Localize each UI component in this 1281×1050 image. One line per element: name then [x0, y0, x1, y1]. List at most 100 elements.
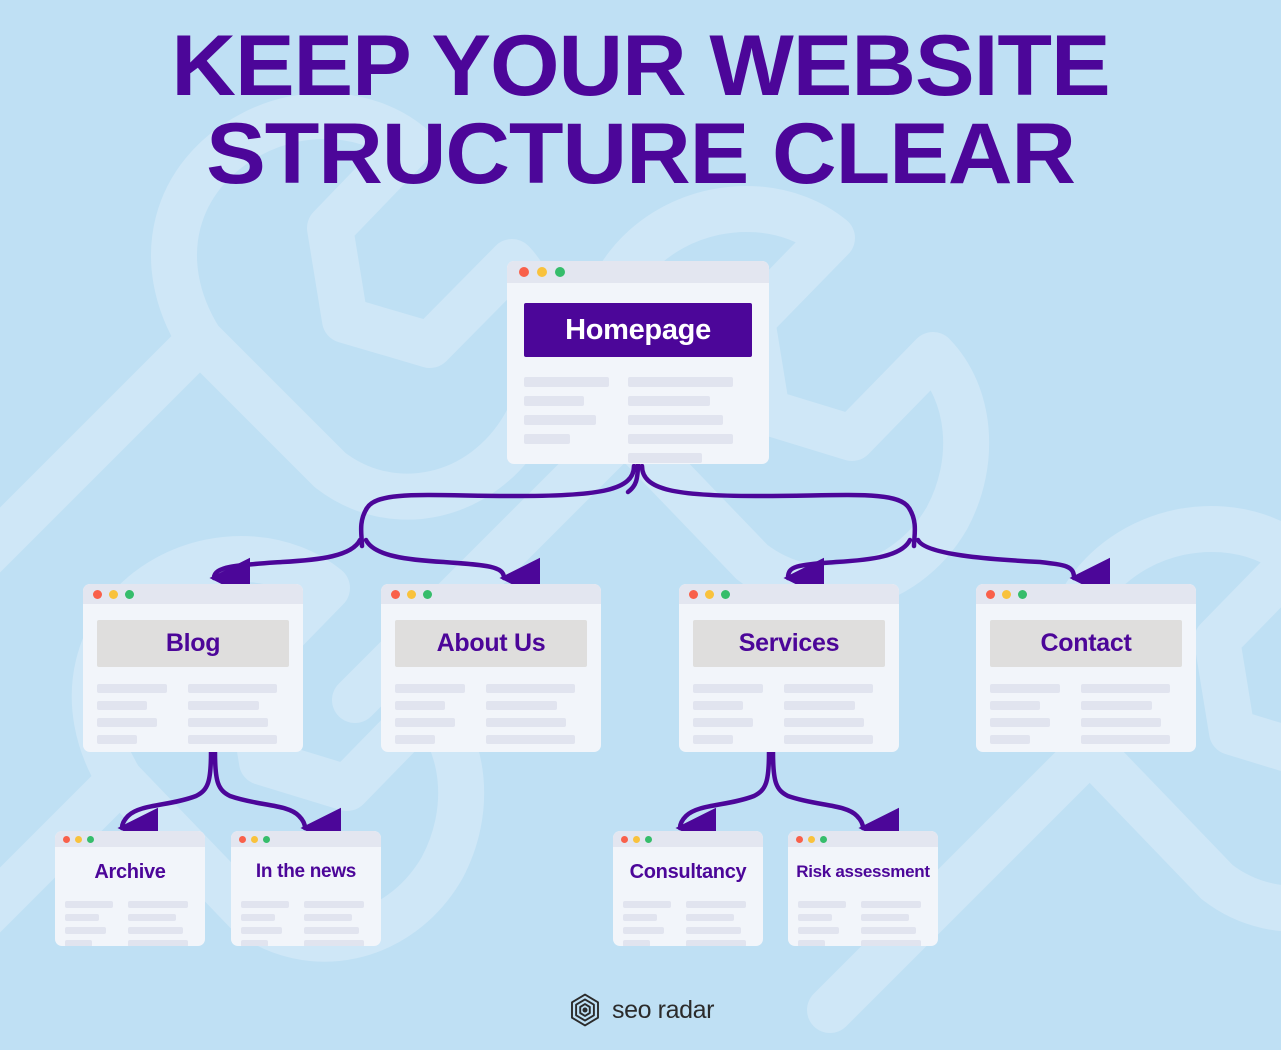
card-body: Archive: [55, 852, 205, 946]
traffic-light-red-icon: [93, 589, 102, 599]
card-placeholder-lines: [693, 684, 899, 752]
placeholder-line: [395, 735, 435, 744]
brand-name: seo radar: [611, 995, 714, 1024]
node-label: Homepage: [565, 313, 711, 346]
node-label-band: Homepage: [524, 303, 752, 357]
card-placeholder-lines: [97, 684, 303, 752]
placeholder-line: [798, 927, 839, 934]
card-titlebar: [679, 584, 899, 604]
card-placeholder-lines: [65, 901, 205, 946]
placeholder-line: [628, 377, 733, 387]
placeholder-line: [784, 718, 864, 727]
placeholder-line: [65, 901, 113, 908]
page-title-line-2: STRUCTURE CLEAR: [206, 106, 1076, 202]
placeholder-line: [128, 927, 183, 934]
placeholder-line: [623, 927, 664, 934]
placeholder-line: [861, 914, 909, 921]
placeholder-line: [486, 718, 566, 727]
card-titlebar: [231, 831, 381, 847]
traffic-light-red-icon: [519, 267, 529, 277]
placeholder-line: [784, 701, 855, 710]
node-card-services[interactable]: Services: [679, 584, 899, 752]
traffic-light-amber-icon: [75, 835, 82, 843]
traffic-light-red-icon: [621, 835, 628, 843]
node-label-band: Contact: [990, 620, 1182, 667]
traffic-light-red-icon: [239, 835, 246, 843]
node-card-archive[interactable]: Archive: [55, 831, 205, 946]
placeholder-line: [686, 940, 746, 946]
node-label: Blog: [165, 629, 221, 657]
placeholder-line: [524, 396, 584, 406]
traffic-light-green-icon: [1018, 589, 1027, 599]
placeholder-line: [1081, 701, 1152, 710]
radar-hexagon-icon: [571, 993, 599, 1027]
placeholder-line: [686, 914, 734, 921]
node-label: Risk assessment: [796, 862, 930, 881]
placeholder-line: [304, 901, 364, 908]
placeholder-line: [486, 684, 575, 693]
placeholder-line: [188, 701, 259, 710]
placeholder-line: [628, 396, 710, 406]
placeholder-line: [188, 735, 277, 744]
placeholder-line: [97, 718, 157, 727]
placeholder-line: [395, 684, 465, 693]
card-body: Risk assessment: [788, 852, 938, 946]
traffic-light-green-icon: [645, 835, 652, 843]
page-title: KEEP YOUR WEBSITE STRUCTURE CLEAR: [0, 22, 1281, 198]
traffic-light-amber-icon: [407, 589, 416, 599]
page-title-line-1: KEEP YOUR WEBSITE: [171, 18, 1110, 114]
traffic-light-red-icon: [63, 835, 70, 843]
node-card-contact[interactable]: Contact: [976, 584, 1196, 752]
placeholder-line: [990, 684, 1060, 693]
infographic-canvas: KEEP YOUR WEBSITE STRUCTURE CLEAR Homepa…: [0, 0, 1281, 1050]
placeholder-line: [628, 415, 723, 425]
placeholder-line: [693, 684, 763, 693]
footer-brand: seo radar: [0, 992, 1281, 1028]
card-titlebar: [55, 831, 205, 847]
node-card-consultancy[interactable]: Consultancy: [613, 831, 763, 946]
node-label: In the news: [255, 861, 357, 882]
traffic-light-amber-icon: [1002, 589, 1011, 599]
node-label: Archive: [94, 860, 166, 883]
node-card-blog[interactable]: Blog: [83, 584, 303, 752]
traffic-light-red-icon: [986, 589, 995, 599]
placeholder-line: [798, 901, 846, 908]
node-label: About Us: [436, 629, 546, 657]
placeholder-line: [97, 701, 147, 710]
card-titlebar: [381, 584, 601, 604]
card-body: Contact: [976, 620, 1196, 752]
placeholder-line: [97, 684, 167, 693]
placeholder-line: [1081, 735, 1170, 744]
placeholder-line: [1081, 684, 1170, 693]
placeholder-line: [623, 940, 650, 946]
node-card-in-the-news[interactable]: In the news: [231, 831, 381, 946]
placeholder-line: [861, 940, 921, 946]
node-card-about-us[interactable]: About Us: [381, 584, 601, 752]
node-label-band: Consultancy: [617, 852, 759, 892]
traffic-light-green-icon: [820, 835, 827, 843]
traffic-light-green-icon: [263, 835, 270, 843]
node-card-risk-assessment[interactable]: Risk assessment: [788, 831, 938, 946]
placeholder-line: [861, 901, 921, 908]
card-titlebar: [83, 584, 303, 604]
placeholder-line: [65, 940, 92, 946]
card-placeholder-lines: [623, 901, 763, 946]
placeholder-line: [241, 940, 268, 946]
placeholder-line: [623, 901, 671, 908]
node-label-band: Services: [693, 620, 885, 667]
node-label: Consultancy: [629, 860, 747, 883]
placeholder-line: [486, 735, 575, 744]
placeholder-line: [990, 735, 1030, 744]
placeholder-line: [861, 927, 916, 934]
placeholder-line: [798, 914, 832, 921]
traffic-light-green-icon: [423, 589, 432, 599]
card-titlebar: [613, 831, 763, 847]
placeholder-line: [784, 684, 873, 693]
node-label-band: Risk assessment: [790, 852, 936, 892]
card-body: Services: [679, 620, 899, 752]
node-card-homepage[interactable]: Homepage: [507, 261, 769, 464]
placeholder-line: [395, 718, 455, 727]
placeholder-line: [798, 940, 825, 946]
traffic-light-green-icon: [87, 835, 94, 843]
card-body: Consultancy: [613, 852, 763, 946]
